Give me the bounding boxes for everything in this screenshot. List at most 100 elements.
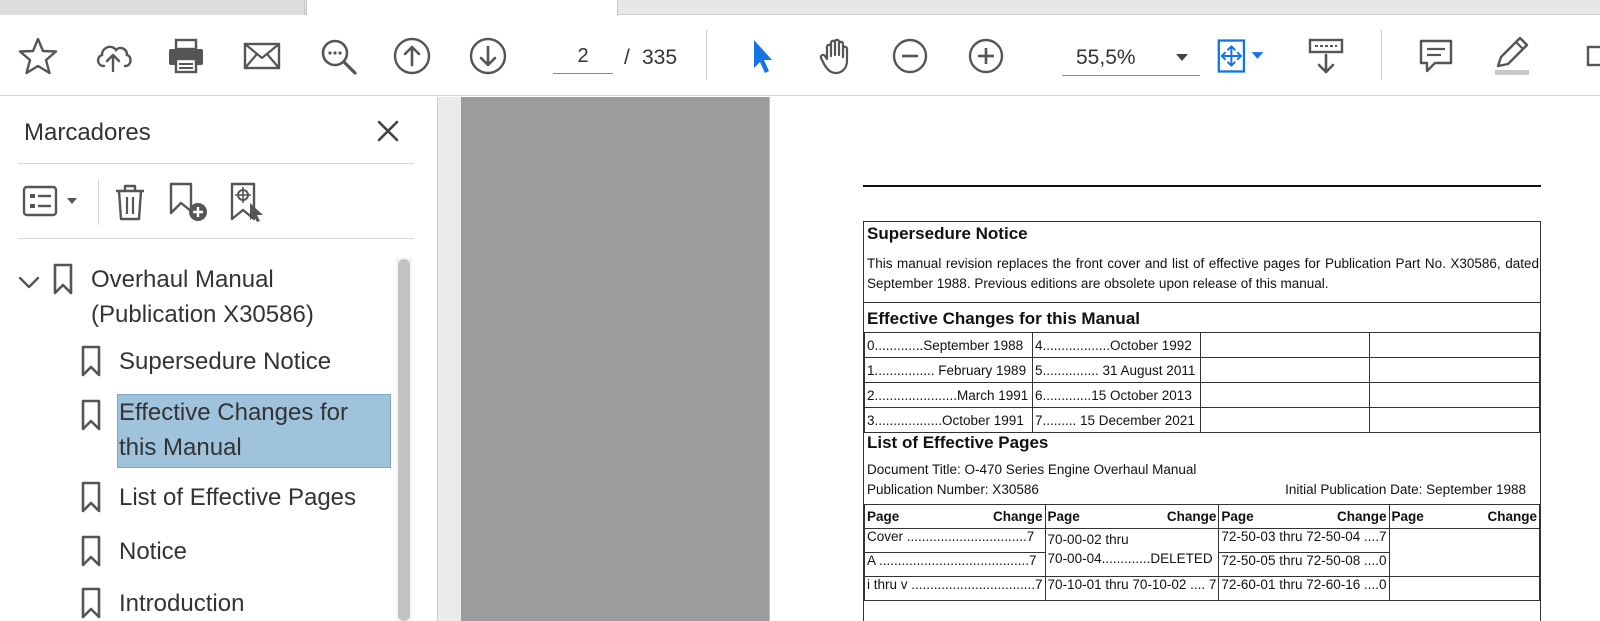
- highlight-pen-icon[interactable]: [1488, 34, 1532, 78]
- table-cell: 70-10-01 thru 70-10-02 .... 7: [1044, 576, 1220, 601]
- table-cell: [1369, 407, 1540, 433]
- fit-page-icon[interactable]: [1212, 34, 1272, 78]
- bookmark-label: this Manual: [119, 434, 242, 461]
- table-cell: Cover ................................7: [864, 528, 1046, 553]
- close-icon[interactable]: [372, 115, 404, 147]
- content-box: Supersedure Notice This manual revision …: [863, 221, 1541, 621]
- toolbar: / 335 55,5%: [0, 16, 1600, 96]
- table-cell: [1199, 407, 1371, 433]
- next-page-icon[interactable]: [466, 34, 510, 78]
- scroll-mode-icon[interactable]: [1304, 34, 1348, 78]
- table-cell: 70-00-02 thru 70-00-04.............DELET…: [1044, 528, 1220, 577]
- col-change: Change: [993, 509, 1043, 524]
- table-cell: [1199, 382, 1371, 408]
- bookmark-scrollbar-thumb[interactable]: [398, 259, 410, 621]
- email-icon[interactable]: [240, 34, 284, 78]
- more-tools-icon[interactable]: [1560, 34, 1600, 78]
- table-cell: 6.............15 October 2013: [1031, 382, 1201, 408]
- changes-heading: Effective Changes for this Manual: [867, 309, 1140, 328]
- table-cell: i thru v ...............................…: [864, 576, 1046, 601]
- table-header-cell: Page Change: [1388, 504, 1541, 529]
- bookmark-target-icon[interactable]: [226, 181, 270, 223]
- table-row: 2......................March 1991 6.....…: [864, 382, 1540, 408]
- table-row: 1................ February 1989 5.......…: [864, 357, 1540, 383]
- zoom-in-icon[interactable]: [964, 34, 1008, 78]
- bookmark-list-of-effective-pages[interactable]: List of Effective Pages: [119, 480, 356, 515]
- bookmark-label: Overhaul Manual: [91, 266, 274, 293]
- table-cell: [1199, 357, 1371, 383]
- select-cursor-icon[interactable]: [740, 34, 784, 78]
- table-cell: 72-50-03 thru 72-50-04 ....7: [1218, 528, 1390, 553]
- table-cell: A ......................................…: [864, 552, 1046, 577]
- page-number-input[interactable]: [553, 40, 613, 74]
- cell-line: 70-00-02 thru: [1047, 532, 1129, 547]
- effective-changes-table: 0.............September 1988 4..........…: [864, 332, 1540, 433]
- table-row: 0.............September 1988 4..........…: [864, 332, 1540, 358]
- supersedure-heading: Supersedure Notice: [867, 224, 1028, 243]
- previous-page-icon[interactable]: [390, 34, 434, 78]
- zoom-search-icon[interactable]: [316, 34, 360, 78]
- bookmark-icon: [80, 345, 102, 377]
- document-title: Document Title: O-470 Series Engine Over…: [867, 462, 1197, 477]
- tab-strip: [0, 0, 1600, 16]
- zoom-out-icon[interactable]: [888, 34, 932, 78]
- table-row: 3..................October 1991 7.......…: [864, 407, 1540, 433]
- table-header-cell: Page Change: [1218, 504, 1390, 529]
- bookmark-options-icon[interactable]: [22, 181, 84, 223]
- toolbar-divider: [706, 30, 707, 80]
- col-page: Page: [1221, 509, 1254, 524]
- bookmark-icon: [52, 263, 74, 295]
- table-cell: [1369, 332, 1540, 358]
- bookmark-introduction[interactable]: Introduction: [119, 586, 244, 621]
- panel-divider: [18, 163, 414, 164]
- supersedure-text: This manual revision replaces the front …: [867, 256, 1539, 291]
- toolbar-divider: [98, 179, 99, 225]
- bookmark-label: Effective Changes for: [119, 399, 349, 426]
- print-icon[interactable]: [164, 34, 208, 78]
- table-cell: [1369, 357, 1540, 383]
- lep-heading: List of Effective Pages: [867, 433, 1049, 452]
- comment-icon[interactable]: [1414, 34, 1458, 78]
- table-header-cell: Page Change: [864, 504, 1046, 529]
- cloud-upload-icon[interactable]: [91, 34, 135, 78]
- col-change: Change: [1166, 509, 1217, 524]
- table-cell: [1369, 382, 1540, 408]
- panel-divider: [18, 238, 414, 239]
- tab-document[interactable]: [306, 0, 618, 16]
- zoom-dropdown[interactable]: 55,5%: [1062, 40, 1200, 76]
- table-cell: 5............... 31 August 2011: [1031, 357, 1201, 383]
- bookmarks-panel: Marcadores Overhaul Manual (Publication …: [0, 97, 438, 621]
- bookmark-supersedure-notice[interactable]: Supersedure Notice: [119, 344, 331, 379]
- table-cell: 3..................October 1991: [864, 407, 1033, 433]
- cell-line: 70-00-04.............DELETED: [1047, 551, 1213, 566]
- table-cell: 72-60-01 thru 72-60-16 ....0: [1218, 576, 1390, 601]
- bookmark-overhaul-manual[interactable]: Overhaul Manual (Publication X30586): [91, 262, 391, 332]
- document-page: Supersedure Notice This manual revision …: [771, 97, 1600, 621]
- effective-pages-table: Page Change Page Change Page Change Page Cha…: [864, 504, 1541, 601]
- col-page: Page: [1391, 509, 1424, 524]
- publication-number: Publication Number: X30586: [867, 482, 1039, 497]
- table-cell: [1199, 332, 1371, 358]
- table-cell: 4..................October 1992: [1031, 332, 1201, 358]
- page-separator: /: [624, 46, 630, 69]
- header-rule: [863, 185, 1541, 187]
- bookmark-star-icon[interactable]: [16, 34, 60, 78]
- add-bookmark-icon[interactable]: [166, 181, 210, 223]
- bookmark-effective-changes[interactable]: Effective Changes for this Manual: [117, 394, 391, 468]
- bookmark-label: (Publication X30586): [91, 301, 314, 328]
- delete-bookmark-icon[interactable]: [110, 181, 150, 223]
- page-total: 335: [642, 46, 678, 69]
- tab-home[interactable]: [0, 0, 305, 15]
- table-cell: 1................ February 1989: [864, 357, 1033, 383]
- col-page: Page: [867, 509, 900, 524]
- col-change: Change: [1487, 509, 1537, 524]
- section-divider: [864, 302, 1540, 303]
- previous-page-view: [461, 97, 770, 621]
- bookmark-icon: [80, 535, 102, 567]
- hand-tool-icon[interactable]: [814, 34, 858, 78]
- bookmark-icon: [80, 587, 102, 619]
- table-cell: [1388, 528, 1541, 577]
- viewer-gutter: [438, 97, 461, 621]
- bookmark-notice[interactable]: Notice: [119, 534, 187, 569]
- chevron-down-icon[interactable]: [16, 270, 42, 296]
